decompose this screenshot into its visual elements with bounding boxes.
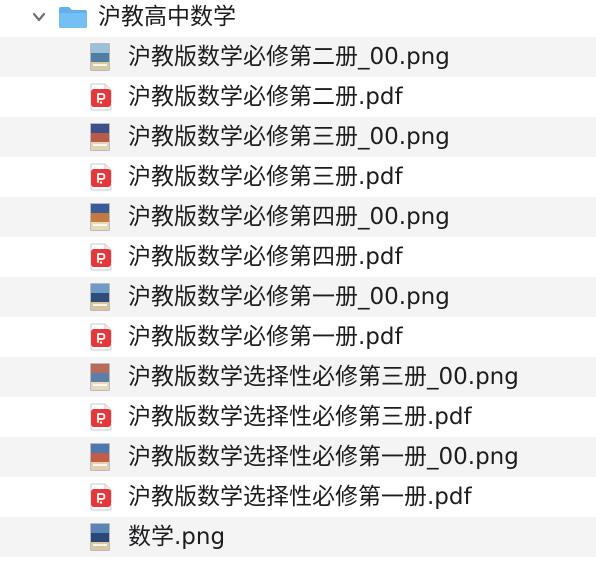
- file-name: 沪教版数学选择性必修第三册.pdf: [128, 404, 472, 430]
- file-name: 数学.png: [128, 524, 226, 550]
- file-name: 沪教版数学必修第四册.pdf: [128, 244, 403, 270]
- file-row[interactable]: 沪教版数学选择性必修第三册_00.png: [0, 357, 596, 397]
- folder-icon: [59, 7, 87, 28]
- file-row[interactable]: 沪教版数学必修第二册_00.png: [0, 37, 596, 77]
- file-name: 沪教版数学必修第四册_00.png: [128, 204, 450, 230]
- chevron-down-icon[interactable]: [30, 8, 48, 26]
- file-name: 沪教版数学必修第二册_00.png: [128, 44, 450, 70]
- pdf-file-icon: [90, 83, 112, 111]
- pdf-file-icon: [90, 323, 112, 351]
- file-name: 沪教版数学必修第三册.pdf: [128, 164, 403, 190]
- pdf-file-icon: [90, 163, 112, 191]
- image-thumbnail-icon: [90, 443, 110, 471]
- file-name: 沪教版数学选择性必修第一册.pdf: [128, 484, 472, 510]
- file-row[interactable]: 沪教版数学选择性必修第三册.pdf: [0, 397, 596, 437]
- image-thumbnail-icon: [90, 523, 110, 551]
- file-name: 沪教版数学必修第一册.pdf: [128, 324, 403, 350]
- file-list: 沪教高中数学 沪教版数学必修第二册_00.png 沪教版数学必修第二册.pdf 沪教…: [0, 0, 596, 564]
- file-row[interactable]: 沪教版数学必修第三册.pdf: [0, 157, 596, 197]
- image-thumbnail-icon: [90, 363, 110, 391]
- image-thumbnail-icon: [90, 283, 110, 311]
- file-row[interactable]: 沪教版数学必修第二册.pdf: [0, 77, 596, 117]
- pdf-file-icon: [90, 483, 112, 511]
- folder-name: 沪教高中数学: [98, 4, 236, 30]
- image-thumbnail-icon: [90, 203, 110, 231]
- pdf-file-icon: [90, 243, 112, 271]
- image-thumbnail-icon: [90, 43, 110, 71]
- pdf-file-icon: [90, 403, 112, 431]
- file-row[interactable]: 沪教版数学必修第四册_00.png: [0, 197, 596, 237]
- image-thumbnail-icon: [90, 123, 110, 151]
- file-name: 沪教版数学选择性必修第三册_00.png: [128, 364, 519, 390]
- file-row[interactable]: 沪教版数学选择性必修第一册_00.png: [0, 437, 596, 477]
- file-name: 沪教版数学必修第一册_00.png: [128, 284, 450, 310]
- file-name: 沪教版数学选择性必修第一册_00.png: [128, 444, 519, 470]
- file-row[interactable]: 沪教版数学必修第三册_00.png: [0, 117, 596, 157]
- folder-row[interactable]: 沪教高中数学: [0, 0, 596, 40]
- file-row[interactable]: 沪教版数学必修第一册_00.png: [0, 277, 596, 317]
- file-row[interactable]: 沪教版数学必修第四册.pdf: [0, 237, 596, 277]
- file-name: 沪教版数学必修第三册_00.png: [128, 124, 450, 150]
- file-row[interactable]: 数学.png: [0, 517, 596, 557]
- file-row[interactable]: 沪教版数学必修第一册.pdf: [0, 317, 596, 357]
- file-name: 沪教版数学必修第二册.pdf: [128, 84, 403, 110]
- file-row[interactable]: 沪教版数学选择性必修第一册.pdf: [0, 477, 596, 517]
